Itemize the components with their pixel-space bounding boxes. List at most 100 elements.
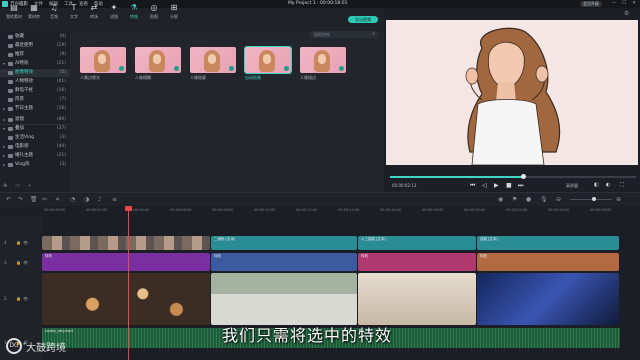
toolbar-effects-tab[interactable]: ✦ 滤镜 bbox=[104, 3, 124, 21]
toolbar-ai-effects-tab[interactable]: ⚗ 特效 bbox=[124, 3, 144, 21]
cut-icon[interactable]: ✂ bbox=[42, 196, 47, 203]
chevron-icon[interactable]: ▸ bbox=[3, 161, 5, 169]
sidebar-item[interactable]: ▸ 滤镜 (89) bbox=[0, 116, 70, 124]
preview-timecode: 00:00:02:13 bbox=[392, 183, 417, 188]
sidebar-item[interactable]: 人物特效 (41) bbox=[0, 78, 70, 86]
track-icons[interactable]: 🔒👁 bbox=[16, 260, 30, 265]
snapshot-icon[interactable]: ◧ bbox=[594, 182, 599, 188]
effect-thumbnail[interactable] bbox=[135, 47, 181, 73]
speed-icon[interactable]: ◔ bbox=[70, 196, 75, 203]
stop-icon[interactable]: ■ bbox=[506, 182, 512, 189]
volume-icon[interactable]: ◐ bbox=[606, 182, 610, 188]
effect-clip[interactable]: 特效 bbox=[42, 253, 210, 271]
download-icon[interactable] bbox=[174, 66, 179, 71]
sidebar-item[interactable]: ▾ AI特效 (21) bbox=[0, 60, 70, 68]
sidebar-item[interactable]: 生活Vlog (3) bbox=[0, 134, 70, 142]
thumbnail-portrait bbox=[149, 50, 165, 72]
video-clip-portrait[interactable] bbox=[358, 273, 476, 325]
record-icon[interactable]: ● bbox=[526, 196, 531, 203]
search-input[interactable]: 搜索特效 ⌕ bbox=[310, 31, 378, 38]
chevron-icon[interactable]: ▾ bbox=[3, 125, 5, 133]
video-clip-group[interactable] bbox=[211, 273, 357, 325]
sidebar-item[interactable]: ▸ 电影感 (44) bbox=[0, 143, 70, 151]
zoom-slider[interactable] bbox=[570, 199, 612, 200]
redo-icon[interactable]: ↷ bbox=[18, 196, 23, 203]
marker-icon[interactable]: ⚑ bbox=[512, 196, 517, 203]
text-clip[interactable]: 技能 [文本] bbox=[477, 236, 619, 250]
sidebar-item[interactable]: ▸ Vlog风 (3) bbox=[0, 161, 70, 169]
timeline-playhead[interactable] bbox=[128, 206, 129, 360]
zoom-in-icon[interactable]: ⊕ bbox=[616, 196, 621, 203]
sidebar-item[interactable]: 图像特效 (5) bbox=[0, 69, 70, 77]
chevron-icon[interactable]: ▸ bbox=[3, 143, 5, 151]
export-button[interactable]: 导出视频 bbox=[348, 16, 378, 23]
sidebar-item[interactable]: ▸ 婚礼主题 (21) bbox=[0, 152, 70, 160]
sidebar-item-count: (19) bbox=[56, 43, 66, 48]
sidebar-item[interactable]: 收藏 (0) bbox=[0, 33, 70, 41]
undo-icon[interactable]: ↶ bbox=[6, 196, 11, 203]
sidebar-item[interactable]: 推荐 (9) bbox=[0, 51, 70, 59]
step-back-icon[interactable]: ◁ bbox=[482, 182, 487, 189]
track-icons[interactable]: 🔒👁 bbox=[16, 240, 30, 245]
minimize-icon[interactable]: — bbox=[612, 1, 617, 6]
adjust-icon[interactable]: ≡ bbox=[112, 196, 117, 203]
effect-thumbnail[interactable] bbox=[80, 47, 126, 73]
next-frame-icon[interactable]: ⏭ bbox=[518, 182, 523, 190]
chevron-icon[interactable]: ▸ bbox=[3, 152, 5, 160]
chevron-icon[interactable]: ▾ bbox=[3, 60, 5, 68]
folder-icon[interactable]: ▭ bbox=[15, 183, 20, 189]
effect-clip[interactable]: 特效 bbox=[211, 253, 357, 271]
collapse-icon[interactable]: « bbox=[28, 183, 31, 189]
sidebar-item[interactable]: 风景 (7) bbox=[0, 96, 70, 104]
sidebar-item[interactable]: 最近使用 (19) bbox=[0, 42, 70, 50]
playhead-handle[interactable] bbox=[125, 206, 132, 211]
download-icon[interactable] bbox=[229, 66, 234, 71]
maximize-icon[interactable]: ☐ bbox=[622, 1, 626, 6]
chevron-icon[interactable]: ▸ bbox=[3, 116, 5, 124]
crop-icon[interactable]: ⌗ bbox=[56, 196, 59, 204]
audio-icon[interactable]: ♪ bbox=[98, 196, 102, 203]
sidebar-item-count: (7) bbox=[59, 97, 66, 102]
quality-select[interactable]: 高质量 bbox=[566, 183, 578, 189]
download-icon[interactable] bbox=[119, 66, 124, 71]
text-clip[interactable]: 人工智能 [文本] bbox=[358, 236, 476, 250]
track-icons[interactable]: 🔒👁 bbox=[16, 296, 30, 301]
sidebar-item[interactable]: ▾ 叠加 (37) bbox=[0, 125, 70, 133]
close-icon[interactable]: ✕ bbox=[632, 1, 636, 6]
sidebar-item[interactable]: 静电干扰 (16) bbox=[0, 87, 70, 95]
add-folder-icon[interactable]: ⊕ bbox=[3, 183, 7, 189]
sidebar-item[interactable]: ▸ 节日主题 (16) bbox=[0, 105, 70, 113]
video-clip-top[interactable] bbox=[42, 236, 210, 250]
upgrade-button[interactable]: 会员升级 bbox=[580, 1, 602, 7]
download-icon[interactable] bbox=[339, 66, 344, 71]
effect-thumbnail[interactable] bbox=[300, 47, 346, 73]
fullscreen-icon[interactable]: ⛶ bbox=[620, 182, 624, 188]
toolbar-sticker-tab[interactable]: ◎ 贴图 bbox=[144, 3, 164, 21]
zoom-slider-handle[interactable] bbox=[592, 197, 596, 201]
preview-video[interactable] bbox=[386, 20, 638, 165]
toolbar-transition-tab[interactable]: ⇄ 转场 bbox=[84, 3, 104, 21]
text-clip[interactable]: 二维码 [文本] bbox=[211, 236, 357, 250]
effect-clip[interactable]: 特效 bbox=[358, 253, 476, 271]
play-icon[interactable]: ▶ bbox=[494, 182, 499, 189]
video-clip-bokeh[interactable] bbox=[42, 273, 210, 325]
chevron-icon[interactable]: ▸ bbox=[3, 105, 5, 113]
settings-icon[interactable]: ⚙ bbox=[624, 10, 629, 17]
toolbar-text-tab[interactable]: T 文字 bbox=[64, 3, 84, 21]
toolbar-folder-tab[interactable]: ▤ 我的素材 bbox=[4, 3, 24, 21]
effect-clip[interactable]: 特效 bbox=[477, 253, 619, 271]
effect-thumbnail[interactable] bbox=[244, 46, 292, 74]
video-clip-neon[interactable] bbox=[477, 273, 619, 325]
scrubber-handle[interactable] bbox=[520, 174, 526, 179]
render-icon[interactable]: ◉ bbox=[498, 196, 503, 203]
toolbar-split-tab[interactable]: ⊞ 分屏 bbox=[164, 3, 184, 21]
prev-frame-icon[interactable]: ⏮ bbox=[470, 182, 475, 190]
effect-thumbnail[interactable] bbox=[190, 47, 236, 73]
toolbar-music-tab[interactable]: ♫ 音频 bbox=[44, 3, 64, 21]
voice-icon[interactable]: 🎙 bbox=[540, 196, 548, 203]
color-icon[interactable]: ◑ bbox=[84, 196, 89, 203]
toolbar-stock-tab[interactable]: ▦ 素材库 bbox=[24, 3, 44, 21]
delete-icon[interactable]: 🗑 bbox=[30, 196, 38, 203]
download-icon[interactable] bbox=[284, 66, 289, 71]
zoom-out-icon[interactable]: ⊖ bbox=[556, 196, 561, 203]
